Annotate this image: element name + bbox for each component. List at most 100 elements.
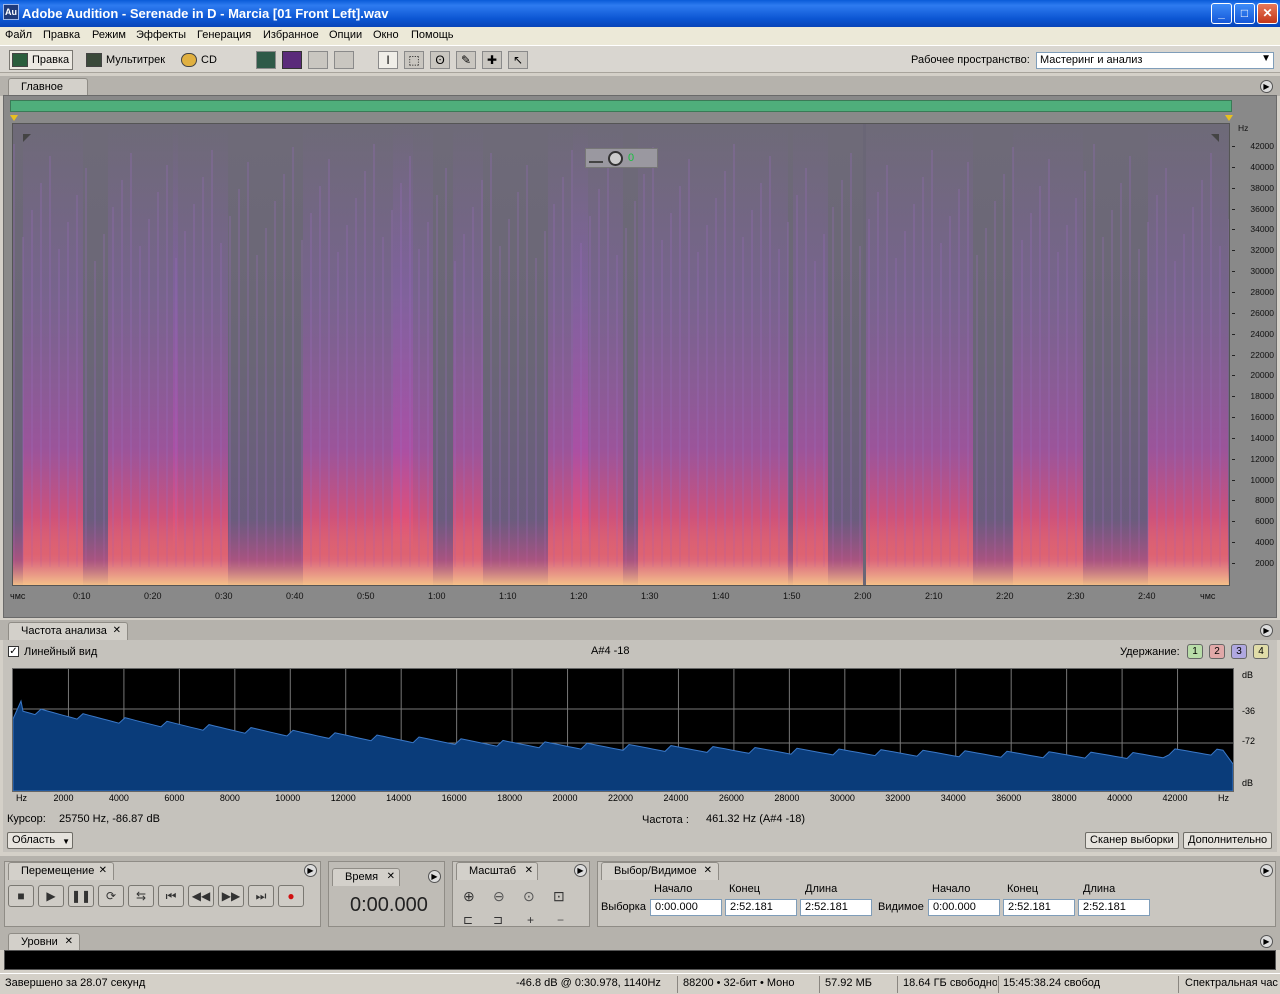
linear-view-checkbox[interactable]: ✓ bbox=[8, 646, 19, 657]
selection-start-field[interactable]: 0:00.000 bbox=[650, 899, 722, 916]
menu-effects[interactable]: Эффекты bbox=[136, 29, 186, 41]
close-icon[interactable]: ✕ bbox=[99, 865, 107, 876]
time-tick-label: 1:00 bbox=[428, 591, 446, 601]
marquee-tool-icon[interactable]: ⬚ bbox=[404, 51, 424, 69]
close-icon[interactable]: ✕ bbox=[113, 625, 121, 636]
tab-main[interactable]: Главное bbox=[8, 78, 88, 96]
volume-hud[interactable]: 0 bbox=[585, 148, 658, 168]
panel-menu-icon[interactable]: ▶ bbox=[304, 864, 317, 877]
visible-length-field[interactable]: 2:52.181 bbox=[1078, 899, 1150, 916]
close-icon[interactable]: ✕ bbox=[65, 936, 73, 947]
panel-menu-icon[interactable]: ▶ bbox=[1260, 80, 1273, 93]
status-format: 88200 • 32-бит • Моно bbox=[683, 977, 795, 989]
loop-button[interactable]: ⇆ bbox=[128, 885, 154, 907]
lasso-tool-icon[interactable]: ʘ bbox=[430, 51, 450, 69]
phase-display-icon[interactable] bbox=[334, 51, 354, 69]
edit-view-button[interactable]: Правка bbox=[9, 50, 74, 70]
panel-menu-icon[interactable]: ▶ bbox=[574, 864, 587, 877]
visible-start-field[interactable]: 0:00.000 bbox=[928, 899, 1000, 916]
spectral-streak bbox=[598, 189, 600, 567]
menu-generate[interactable]: Генерация bbox=[197, 29, 251, 41]
stop-button[interactable]: ■ bbox=[8, 885, 34, 907]
spectral-display[interactable]: 0 bbox=[12, 123, 1230, 586]
panel-menu-icon[interactable]: ▶ bbox=[428, 870, 441, 883]
selection-end-field[interactable]: 2:52.181 bbox=[725, 899, 797, 916]
spectral-streak bbox=[229, 216, 231, 567]
spectral-display-icon[interactable] bbox=[282, 51, 302, 69]
panel-menu-icon[interactable]: ▶ bbox=[1260, 935, 1273, 948]
region-dropdown[interactable]: Область ▼ bbox=[7, 832, 73, 849]
start-marker-icon[interactable] bbox=[10, 115, 18, 121]
record-button[interactable]: ● bbox=[278, 885, 304, 907]
waveform-display-icon[interactable] bbox=[256, 51, 276, 69]
menu-edit[interactable]: Правка bbox=[43, 29, 80, 41]
spectral-streak bbox=[679, 186, 681, 567]
tab-zoom[interactable]: Масштаб ✕ bbox=[456, 862, 538, 880]
signal-icon bbox=[589, 153, 603, 163]
spectral-streak bbox=[283, 174, 285, 567]
advanced-button[interactable]: Дополнительно bbox=[1183, 832, 1273, 849]
spectral-streak bbox=[274, 201, 276, 567]
zoom-in-vertical-icon[interactable]: + bbox=[527, 913, 534, 927]
zoom-selection-icon[interactable]: ⊡ bbox=[553, 888, 565, 905]
frequency-graph[interactable] bbox=[12, 668, 1234, 792]
workspace-select[interactable]: Мастеринг и анализ ▼ bbox=[1036, 52, 1274, 69]
hold-button-4[interactable]: 4 bbox=[1253, 644, 1269, 659]
close-icon[interactable]: ✕ bbox=[387, 871, 395, 882]
rewind-button[interactable]: ◀◀ bbox=[188, 885, 214, 907]
zoom-out-horizontal-icon[interactable]: ⊖ bbox=[493, 888, 505, 905]
cd-view-button[interactable]: CD bbox=[178, 50, 221, 70]
fast-forward-button[interactable]: ▶▶ bbox=[218, 885, 244, 907]
menu-options[interactable]: Опции bbox=[329, 29, 362, 41]
tab-frequency-analysis[interactable]: Частота анализа ✕ bbox=[8, 622, 128, 640]
tab-selection-view[interactable]: Выбор/Видимое ✕ bbox=[601, 862, 719, 880]
go-to-start-button[interactable]: ⏮ bbox=[158, 885, 184, 907]
freq-x-label: 18000 bbox=[497, 793, 523, 803]
maximize-button[interactable]: □ bbox=[1234, 3, 1255, 24]
healing-tool-icon[interactable]: ✚ bbox=[482, 51, 502, 69]
visible-end-field[interactable]: 2:52.181 bbox=[1003, 899, 1075, 916]
fade-in-handle-icon[interactable] bbox=[23, 134, 31, 142]
fade-out-handle-icon[interactable] bbox=[1211, 134, 1219, 142]
close-icon[interactable]: ✕ bbox=[704, 865, 712, 876]
tab-levels-label: Уровни bbox=[21, 936, 58, 948]
spectral-streak bbox=[382, 237, 384, 567]
menu-window[interactable]: Окно bbox=[373, 29, 399, 41]
menu-help[interactable]: Помощь bbox=[411, 29, 454, 41]
hold-button-3[interactable]: 3 bbox=[1231, 644, 1247, 659]
zoom-left-icon[interactable]: ⊏ bbox=[463, 913, 473, 927]
zoom-out-vertical-icon[interactable]: − bbox=[557, 913, 564, 927]
brush-tool-icon[interactable]: ✎ bbox=[456, 51, 476, 69]
menu-file[interactable]: Файл bbox=[5, 29, 32, 41]
multitrack-view-button[interactable]: Мультитрек bbox=[83, 50, 169, 70]
panel-menu-icon[interactable]: ▶ bbox=[1260, 864, 1273, 877]
panel-menu-icon[interactable]: ▶ bbox=[1260, 624, 1273, 637]
hybrid-tool-icon[interactable]: ↖ bbox=[508, 51, 528, 69]
hold-button-2[interactable]: 2 bbox=[1209, 644, 1225, 659]
scan-selection-button[interactable]: Сканер выборки bbox=[1085, 832, 1179, 849]
time-selection-tool-icon[interactable]: I bbox=[378, 51, 398, 69]
pause-button[interactable]: ❚❚ bbox=[68, 885, 94, 907]
go-to-end-button[interactable]: ⏭ bbox=[248, 885, 274, 907]
hold-button-1[interactable]: 1 bbox=[1187, 644, 1203, 659]
pan-display-icon[interactable] bbox=[308, 51, 328, 69]
play-to-end-button[interactable]: ⟳ bbox=[98, 885, 124, 907]
zoom-in-horizontal-icon[interactable]: ⊕ bbox=[463, 888, 475, 905]
overview-bar[interactable] bbox=[10, 100, 1232, 112]
close-icon[interactable]: ✕ bbox=[525, 865, 533, 876]
menu-favorites[interactable]: Избранное bbox=[263, 29, 319, 41]
status-bar: Завершено за 28.07 секунд -46.8 dB @ 0:3… bbox=[0, 973, 1280, 994]
selection-length-field[interactable]: 2:52.181 bbox=[800, 899, 872, 916]
volume-knob-icon[interactable] bbox=[608, 151, 623, 166]
tab-transport[interactable]: Перемещение ✕ bbox=[8, 862, 114, 880]
tab-levels[interactable]: Уровни ✕ bbox=[8, 933, 80, 950]
minimize-button[interactable]: _ bbox=[1211, 3, 1232, 24]
close-button[interactable]: ✕ bbox=[1257, 3, 1278, 24]
tab-time[interactable]: Время ✕ bbox=[332, 868, 400, 886]
hz-tick-label: 4000 bbox=[1255, 537, 1274, 548]
time-ruler[interactable]: чмс 0:10 0:20 0:30 0:40 0:50 1:00 1:10 1:20 1:30 1… bbox=[10, 588, 1230, 604]
zoom-out-full-icon[interactable]: ⊙ bbox=[523, 888, 535, 905]
play-button[interactable]: ▶ bbox=[38, 885, 64, 907]
menu-view[interactable]: Режим bbox=[92, 29, 126, 41]
zoom-right-icon[interactable]: ⊐ bbox=[493, 913, 503, 927]
